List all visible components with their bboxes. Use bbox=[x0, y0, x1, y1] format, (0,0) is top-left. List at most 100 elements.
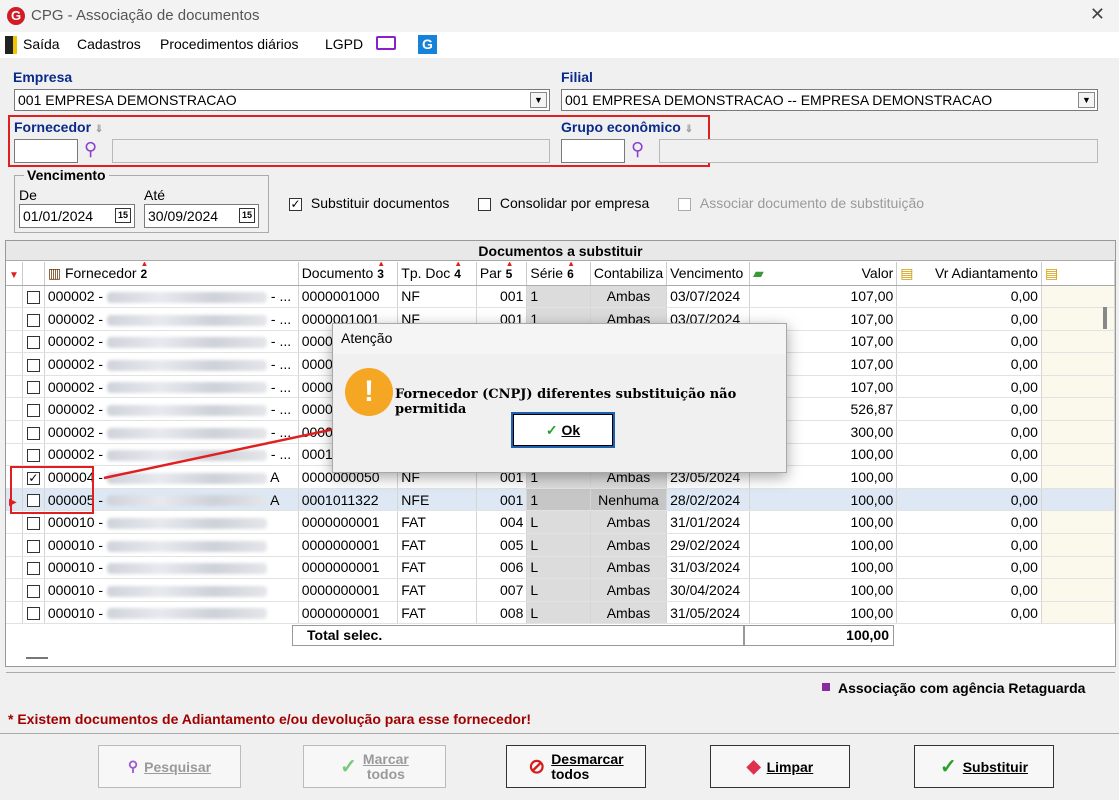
cell-valor: 100,00 bbox=[749, 510, 898, 535]
limpar-label: Limpar bbox=[766, 758, 814, 775]
row-indicator bbox=[6, 533, 23, 557]
row-checkbox[interactable] bbox=[22, 352, 45, 376]
select-checkbox[interactable] bbox=[26, 313, 40, 327]
menu-procedimentos[interactable]: Procedimentos diários bbox=[160, 36, 299, 52]
row-checkbox[interactable] bbox=[22, 397, 45, 422]
table-row[interactable]: 000010 - 0000000001 FAT 006 L Ambas 31/03/202… bbox=[6, 556, 1116, 580]
select-checkbox[interactable] bbox=[26, 517, 40, 531]
ate-date-input[interactable]: 30/09/2024 15 bbox=[144, 204, 259, 228]
menu-saida[interactable]: Saída bbox=[23, 36, 60, 52]
desmarcar-todos-button[interactable]: ⊘ Desmarcar todos bbox=[506, 745, 646, 788]
col-par[interactable]: Par5 bbox=[476, 262, 528, 286]
scrollbar-thumb[interactable] bbox=[1103, 307, 1107, 329]
monitor-icon[interactable] bbox=[376, 36, 396, 50]
col-adiantamento[interactable]: ▤ Vr Adiantamento bbox=[896, 262, 1042, 286]
chevron-down-icon[interactable]: ▼ bbox=[530, 92, 547, 108]
col-tpdoc[interactable]: Tp. Doc4 bbox=[397, 262, 477, 286]
select-checkbox[interactable] bbox=[26, 607, 40, 621]
fornecedor-code-input[interactable] bbox=[14, 139, 78, 163]
marcar-todos-button[interactable]: ✓ Marcar todos bbox=[303, 745, 446, 788]
pesquisar-button[interactable]: ⚲ Pesquisar bbox=[98, 745, 241, 788]
row-indicator bbox=[6, 556, 23, 580]
limpar-button[interactable]: ◆ Limpar bbox=[710, 745, 850, 788]
ok-button[interactable]: ✓ Ok bbox=[511, 412, 615, 448]
vencimento-label: Vencimento bbox=[24, 167, 109, 183]
cell-extra bbox=[1041, 330, 1116, 354]
app-g-icon[interactable]: G bbox=[418, 35, 437, 54]
search-icon[interactable]: ⚲ bbox=[84, 139, 97, 160]
select-checkbox[interactable] bbox=[26, 539, 40, 553]
col-vencimento[interactable]: Vencimento bbox=[666, 262, 751, 286]
row-checkbox[interactable] bbox=[22, 510, 45, 535]
table-row[interactable]: 000002 - - ... 0000001000 NF 001 1 Ambas 03/07… bbox=[6, 285, 1116, 309]
row-checkbox[interactable] bbox=[22, 556, 45, 580]
col-documento[interactable]: Documento3 bbox=[298, 262, 399, 286]
cell-extra bbox=[1041, 578, 1116, 602]
search-icon[interactable]: ⚲ bbox=[631, 139, 644, 160]
select-checkbox[interactable] bbox=[26, 426, 40, 440]
menu-cadastros[interactable]: Cadastros bbox=[77, 36, 141, 52]
calendar-icon[interactable]: 15 bbox=[115, 208, 131, 223]
row-indicator bbox=[6, 285, 23, 309]
cell-adiantamento: 0,00 bbox=[896, 285, 1042, 309]
table-row[interactable]: ▶ 000005 - A 0001011322 NFE 001 1 Nenhuma 28/02… bbox=[6, 488, 1116, 512]
desmarcar-label: Desmarcar bbox=[551, 750, 624, 767]
table-row[interactable]: 000010 - 0000000001 FAT 008 L Ambas 31/05/202… bbox=[6, 601, 1116, 625]
grupo-name-field bbox=[659, 139, 1098, 163]
substituir-button[interactable]: ✓ Substituir bbox=[914, 745, 1054, 788]
cell-fornecedor: 000010 - bbox=[44, 533, 299, 557]
cell-extra bbox=[1041, 420, 1116, 444]
table-row[interactable]: 000010 - 0000000001 FAT 007 L Ambas 30/04/202… bbox=[6, 578, 1116, 602]
chevron-down-icon[interactable]: ▼ bbox=[1078, 92, 1095, 108]
calendar-icon[interactable]: 15 bbox=[239, 208, 255, 223]
row-checkbox[interactable] bbox=[22, 285, 45, 309]
associar-checkbox bbox=[678, 197, 691, 211]
de-date-input[interactable]: 01/01/2024 15 bbox=[19, 204, 135, 228]
col-serie[interactable]: Série6 bbox=[526, 262, 591, 286]
check-icon: ✓ bbox=[340, 756, 357, 778]
substituir-label: Substituir bbox=[962, 758, 1029, 775]
filial-select[interactable]: 001 EMPRESA DEMONSTRACAO -- EMPRESA DEMO… bbox=[561, 89, 1098, 111]
select-checkbox[interactable] bbox=[26, 562, 40, 576]
row-checkbox[interactable] bbox=[22, 420, 45, 444]
redacted-name bbox=[107, 540, 267, 552]
menu-lgpd[interactable]: LGPD bbox=[325, 36, 363, 52]
table-row[interactable]: 000010 - 0000000001 FAT 005 L Ambas 29/02/202… bbox=[6, 533, 1116, 557]
cell-contabiliza: Ambas bbox=[590, 510, 668, 535]
cell-extra bbox=[1041, 375, 1116, 399]
empresa-select[interactable]: 001 EMPRESA DEMONSTRACAO ▼ bbox=[14, 89, 550, 111]
col-fornecedor[interactable]: ▥ Fornecedor2 bbox=[44, 262, 299, 286]
select-checkbox[interactable] bbox=[26, 381, 40, 395]
consolidar-checkbox[interactable] bbox=[478, 197, 491, 211]
row-checkbox[interactable] bbox=[22, 375, 45, 399]
cell-vencimento: 28/02/2024 bbox=[666, 488, 751, 512]
grupo-code-input[interactable] bbox=[561, 139, 625, 163]
cell-serie: L bbox=[526, 578, 591, 602]
select-checkbox[interactable] bbox=[26, 291, 40, 305]
select-checkbox[interactable] bbox=[26, 336, 40, 350]
row-checkbox[interactable] bbox=[22, 443, 45, 467]
select-checkbox[interactable] bbox=[26, 449, 40, 463]
select-checkbox[interactable] bbox=[26, 584, 40, 598]
cell-par: 004 bbox=[476, 510, 528, 535]
total-label: Total selec. bbox=[292, 625, 744, 646]
row-checkbox[interactable] bbox=[22, 330, 45, 354]
opt-substituir[interactable]: Substituir documentos bbox=[289, 195, 449, 211]
row-checkbox[interactable] bbox=[22, 601, 45, 625]
row-checkbox[interactable] bbox=[22, 578, 45, 602]
row-indicator bbox=[6, 330, 23, 354]
table-row[interactable]: 000010 - 0000000001 FAT 004 L Ambas 31/01/202… bbox=[6, 510, 1116, 535]
select-checkbox[interactable] bbox=[26, 404, 40, 418]
cell-documento: 0000000001 bbox=[298, 533, 399, 557]
substituir-checkbox[interactable] bbox=[289, 197, 302, 211]
close-icon[interactable]: ✕ bbox=[1090, 4, 1105, 25]
cell-contabiliza: Nenhuma bbox=[590, 488, 668, 512]
fornecedor-code: 000002 - bbox=[47, 310, 104, 327]
col-valor[interactable]: ▰ Valor bbox=[749, 262, 898, 286]
select-checkbox[interactable] bbox=[26, 358, 40, 372]
cell-valor: 100,00 bbox=[749, 601, 898, 625]
row-checkbox[interactable] bbox=[22, 307, 45, 331]
row-checkbox[interactable] bbox=[22, 533, 45, 557]
col-contabiliza[interactable]: Contabiliza bbox=[590, 262, 668, 286]
opt-consolidar[interactable]: Consolidar por empresa bbox=[478, 195, 649, 211]
